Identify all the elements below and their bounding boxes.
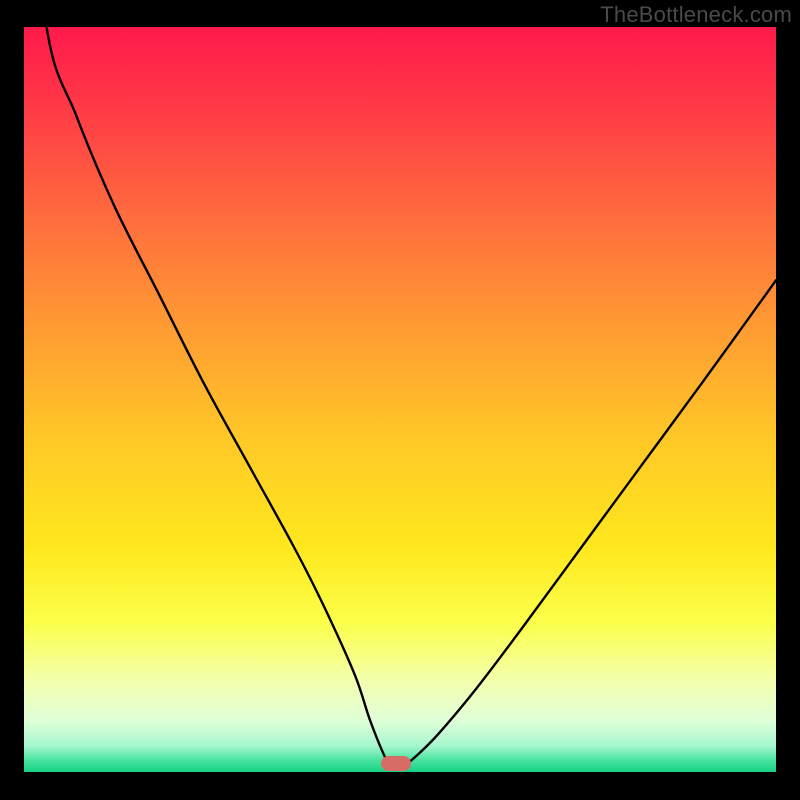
watermark-text: TheBottleneck.com bbox=[600, 2, 792, 28]
bottleneck-curve bbox=[24, 27, 776, 772]
optimal-marker bbox=[381, 756, 411, 771]
plot-area bbox=[24, 27, 776, 772]
chart-frame: TheBottleneck.com bbox=[0, 0, 800, 800]
